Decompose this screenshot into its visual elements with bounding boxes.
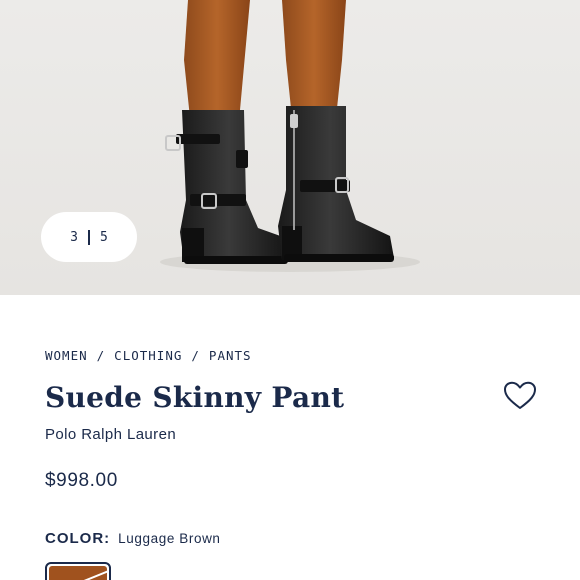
color-label: COLOR: — [45, 530, 111, 547]
breadcrumb: WOMEN / CLOTHING / PANTS — [45, 348, 252, 363]
color-swatch-fill — [49, 566, 107, 580]
image-counter-total: 5 — [100, 229, 108, 245]
product-brand[interactable]: Polo Ralph Lauren — [45, 426, 176, 443]
image-counter-current: 3 — [70, 229, 78, 245]
breadcrumb-women[interactable]: WOMEN — [45, 348, 88, 363]
product-image[interactable]: 3 5 — [0, 0, 580, 295]
breadcrumb-separator: / — [96, 348, 106, 363]
color-selector-label: COLOR: Luggage Brown — [45, 530, 221, 547]
product-price: $998.00 — [45, 470, 118, 491]
breadcrumb-clothing[interactable]: CLOTHING — [114, 348, 182, 363]
breadcrumb-pants[interactable]: PANTS — [209, 348, 252, 363]
product-info: WOMEN / CLOTHING / PANTS Suede Skinny Pa… — [0, 295, 580, 580]
selected-color-value: Luggage Brown — [118, 531, 221, 546]
product-title: Suede Skinny Pant — [45, 381, 345, 414]
color-swatch-luggage-brown[interactable] — [45, 562, 111, 580]
breadcrumb-separator: / — [191, 348, 200, 363]
favorite-button[interactable] — [503, 381, 537, 411]
image-counter-divider — [88, 229, 90, 245]
heart-outline-icon — [504, 381, 536, 409]
image-counter: 3 5 — [41, 212, 137, 262]
